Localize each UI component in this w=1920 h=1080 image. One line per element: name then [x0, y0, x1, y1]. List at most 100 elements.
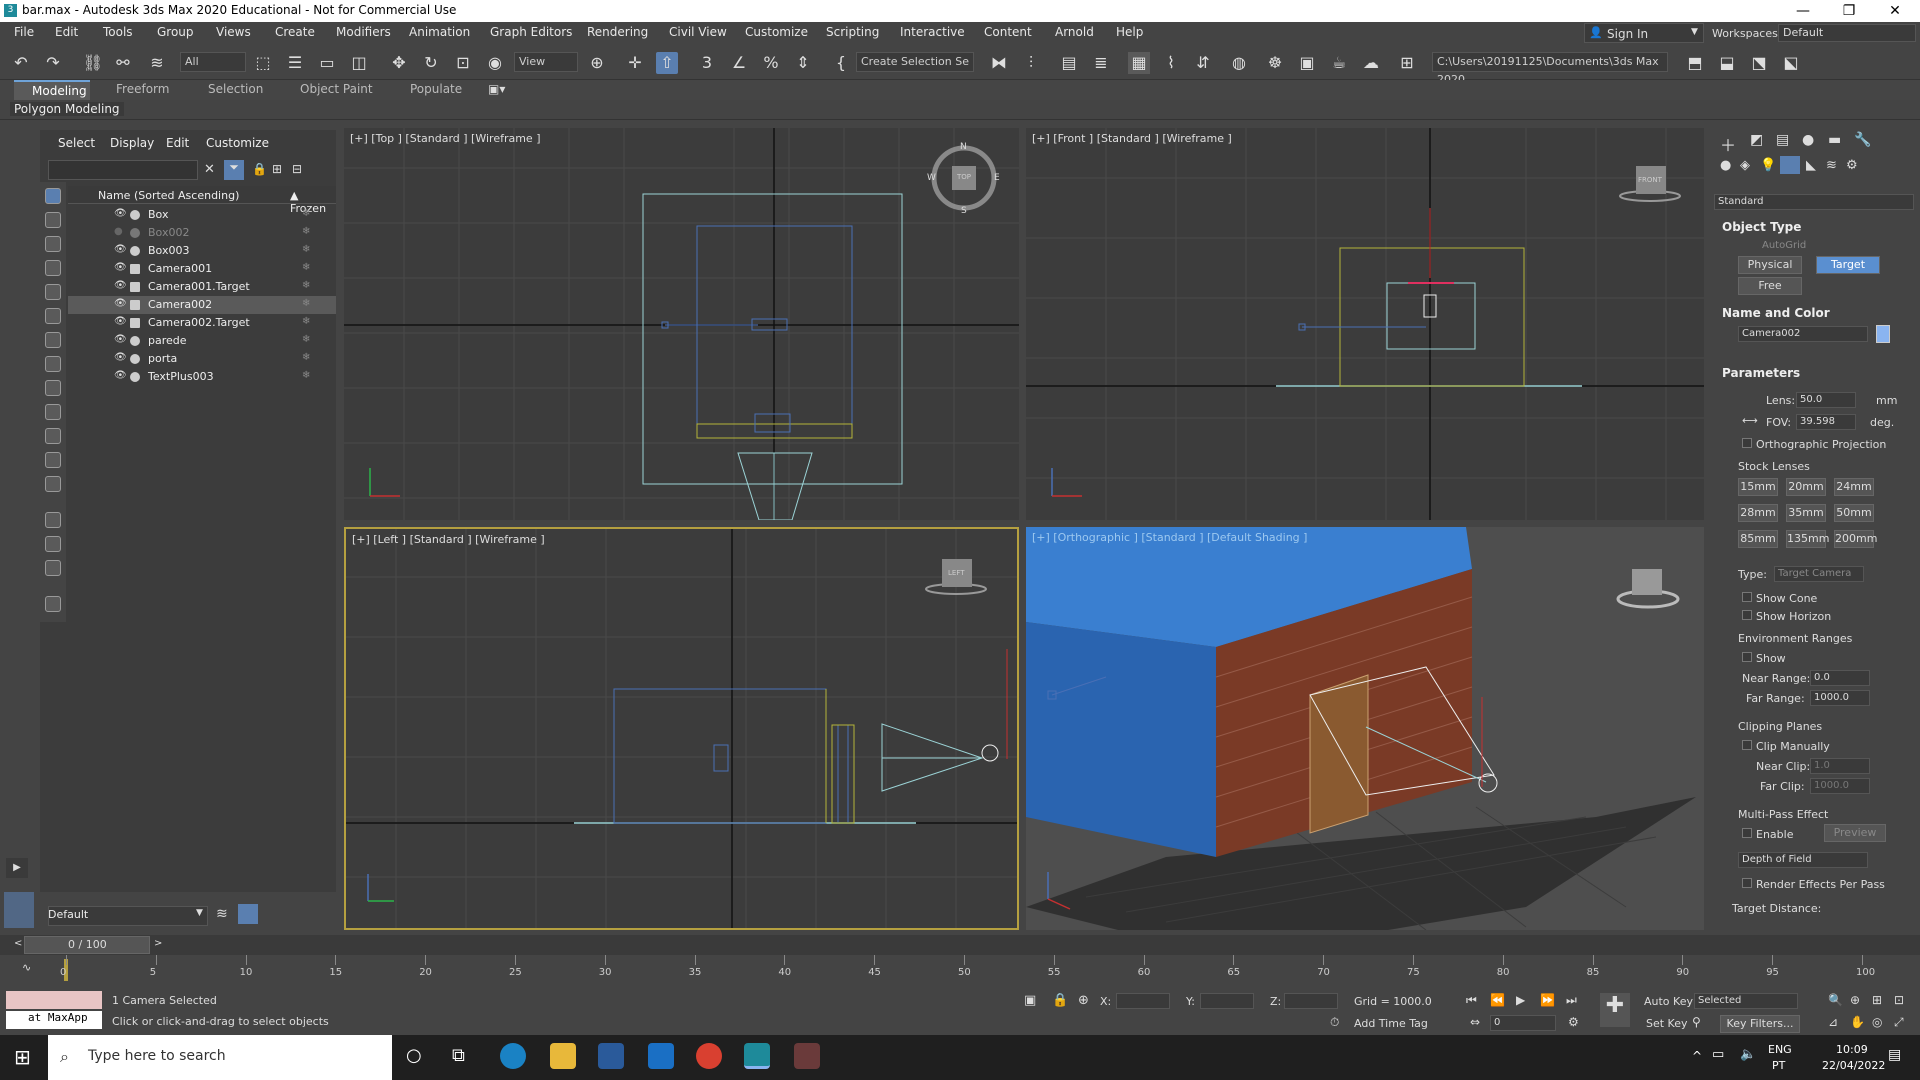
goto-start-icon[interactable]: ⏮	[1466, 993, 1477, 1008]
menu-customize[interactable]: Customize	[745, 25, 808, 39]
freeze-icon[interactable]: ❄	[302, 262, 310, 273]
lens-20mm-button[interactable]: 20mm	[1786, 478, 1826, 496]
goto-end-icon[interactable]: ⏭	[1566, 993, 1577, 1008]
menu-civil-view[interactable]: Civil View	[669, 25, 727, 39]
add-time-tag[interactable]: Add Time Tag	[1354, 1017, 1428, 1030]
viewport-ortho-label[interactable]: [+] [Orthographic ] [Standard ] [Default…	[1032, 531, 1307, 544]
curve-mini-icon[interactable]: ∿	[22, 961, 31, 974]
viewport-layouts-icon[interactable]	[4, 892, 34, 928]
viewport-left[interactable]: [+] [Left ] [Standard ] [Wireframe ] LEF…	[344, 527, 1019, 930]
menu-create[interactable]: Create	[275, 25, 315, 39]
spinner-snap-icon[interactable]: ⇕	[792, 52, 814, 74]
clock-date[interactable]: 22/04/2022	[1822, 1059, 1885, 1072]
keyboard-shortcut-icon[interactable]: ⇧	[656, 52, 678, 74]
move-icon[interactable]: ✥	[388, 52, 410, 74]
browse-icon[interactable]: ⬕	[1780, 52, 1802, 74]
file-explorer-icon[interactable]	[550, 1043, 576, 1069]
maxscript-output[interactable]: at MaxApp	[6, 1011, 102, 1029]
orbit-icon[interactable]: ◎	[1872, 1015, 1882, 1029]
selection-lock-icon[interactable]: 🔒	[1052, 993, 1068, 1008]
menu-group[interactable]: Group	[157, 25, 194, 39]
time-tag-icon[interactable]: ⏱	[1330, 1015, 1339, 1030]
layer-explorer-icon[interactable]: ≣	[1090, 52, 1112, 74]
prev-frame-arrow-icon[interactable]: <	[14, 938, 22, 949]
pan-icon[interactable]: ✋	[1850, 1015, 1865, 1029]
menu-scripting[interactable]: Scripting	[826, 25, 879, 39]
isolate-selection-icon[interactable]: ▣	[1024, 993, 1036, 1008]
pivot-icon[interactable]: ⊕	[586, 52, 608, 74]
helpers-category-icon[interactable]: ◣	[1806, 158, 1816, 173]
curve-editor-icon[interactable]: ⌇	[1160, 52, 1182, 74]
layer-sort-icon[interactable]: ⊟	[292, 162, 302, 176]
project-folder-dropdown[interactable]: C:\Users\20191125\Documents\3ds Max 2020	[1432, 52, 1668, 86]
lens-85mm-button[interactable]: 85mm	[1738, 530, 1778, 548]
a360-gallery-icon[interactable]: ⊞	[1396, 52, 1418, 74]
create-tab-icon[interactable]: ＋	[1720, 132, 1736, 156]
systems-category-icon[interactable]: ⚙	[1846, 158, 1858, 173]
list-item[interactable]: 👁 Box ❄	[68, 206, 336, 224]
viewport-front-label[interactable]: [+] [Front ] [Standard ] [Wireframe ]	[1032, 132, 1232, 145]
taskbar-search-box[interactable]: ⌕ Type here to search	[48, 1035, 392, 1080]
undo-icon[interactable]: ↶	[10, 52, 32, 74]
camera-type-dropdown[interactable]: Standard	[1714, 194, 1914, 210]
display-bones-icon[interactable]	[45, 380, 61, 396]
rect-selection-icon[interactable]: ▭	[316, 52, 338, 74]
absolute-mode-icon[interactable]: ⊕	[1078, 993, 1089, 1008]
eye-icon[interactable]: 👁	[114, 352, 127, 363]
render-effects-checkbox[interactable]	[1742, 878, 1752, 888]
viewport-top[interactable]: [+] [Top ] [Standard ] [Wireframe ] N S …	[344, 128, 1019, 520]
next-key-icon[interactable]: ⏩	[1540, 993, 1555, 1007]
display-hidden-icon[interactable]	[45, 452, 61, 468]
key-mode-toggle-icon[interactable]: ⚲	[1692, 1015, 1701, 1029]
display-all-icon[interactable]	[45, 476, 61, 492]
menu-content[interactable]: Content	[984, 25, 1032, 39]
zoom-extents-icon[interactable]: ⊞	[1872, 993, 1882, 1007]
list-item[interactable]: 👁 Box003 ❄	[68, 242, 336, 260]
media-player-icon[interactable]	[794, 1043, 820, 1069]
cameras-category-icon[interactable]	[1780, 156, 1800, 174]
display-groups-icon[interactable]	[45, 332, 61, 348]
edit-named-selections-icon[interactable]: {	[830, 52, 852, 74]
prev-key-icon[interactable]: ⏪	[1490, 993, 1505, 1007]
angle-snap-icon[interactable]: ∠	[728, 52, 750, 74]
tray-chevron-icon[interactable]: ^	[1692, 1049, 1702, 1063]
eye-icon[interactable]: 👁	[114, 262, 127, 273]
filter-icon[interactable]: ⏷	[224, 160, 244, 180]
object-color-swatch[interactable]	[1876, 325, 1890, 343]
current-frame-input[interactable]: 0	[1490, 1015, 1556, 1031]
freeze-icon[interactable]: ❄	[302, 334, 310, 345]
lock-icon[interactable]: 🔒	[252, 162, 267, 176]
time-config-icon[interactable]: ⚙	[1568, 1015, 1579, 1029]
eye-icon[interactable]: 👁	[114, 316, 127, 327]
eye-icon[interactable]: 👁	[114, 208, 127, 219]
window-crossing-icon[interactable]: ◫	[348, 52, 370, 74]
polygon-modeling-label[interactable]: Polygon Modeling	[10, 102, 124, 116]
edge-icon[interactable]	[500, 1043, 526, 1069]
maximize-button[interactable]: ❐	[1826, 0, 1872, 22]
motion-tab-icon[interactable]: ●	[1802, 132, 1814, 148]
menu-tools[interactable]: Tools	[103, 25, 133, 39]
3dsmax-taskbar-icon[interactable]	[744, 1043, 770, 1069]
time-slider[interactable]: < 0 / 100 >	[0, 935, 1920, 955]
reference-coord-dropdown[interactable]: View	[514, 52, 578, 72]
explorer-menu-edit[interactable]: Edit	[166, 136, 189, 150]
clip-manually-checkbox[interactable]	[1742, 740, 1752, 750]
network-icon[interactable]: ▭	[1712, 1047, 1724, 1062]
display-shapes-icon[interactable]	[45, 212, 61, 228]
freeze-icon[interactable]: ❄	[302, 208, 310, 219]
maximize-viewport-icon[interactable]: ⤢	[1894, 1015, 1904, 1030]
far-clip-spinner[interactable]: 1000.0	[1810, 778, 1870, 794]
workspace-dropdown[interactable]: Default	[1778, 24, 1916, 42]
hierarchy-tab-icon[interactable]: ▤	[1776, 132, 1789, 148]
object-name-input[interactable]: Camera002	[1738, 326, 1868, 342]
display-containers-icon[interactable]	[45, 404, 61, 420]
select-manipulate-icon[interactable]: ✛	[624, 52, 646, 74]
multipass-enable-checkbox[interactable]	[1742, 828, 1752, 838]
list-item[interactable]: ● Box002 ❄	[68, 224, 336, 242]
link-icon[interactable]: ⛓	[82, 52, 104, 74]
track-bar[interactable]: ∿ 0 5 10 15 20 25 30 35 40 45 50 55 60 65 70 75 80 85 90 95…	[0, 955, 1920, 985]
zoom-icon[interactable]: 🔍	[1828, 993, 1843, 1007]
zoom-extents-all-icon[interactable]: ⊡	[1894, 993, 1904, 1007]
hierarchy-icon[interactable]: ⊞	[272, 162, 282, 176]
eye-icon[interactable]: 👁	[114, 298, 127, 309]
